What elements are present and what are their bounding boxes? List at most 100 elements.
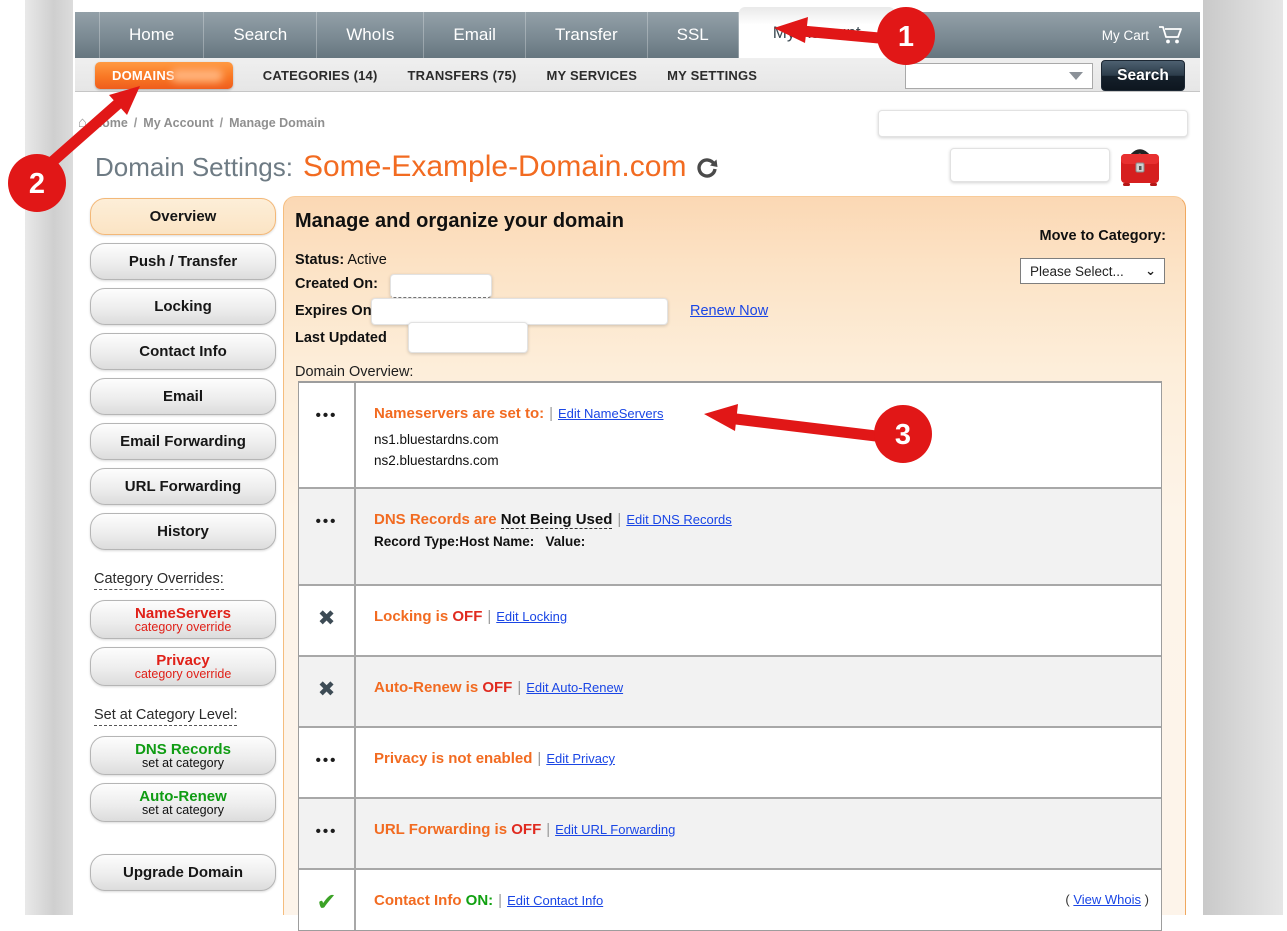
sub-nav-item-transfers[interactable]: TRANSFERS (75) bbox=[408, 68, 517, 83]
row-status: OFF bbox=[482, 679, 512, 696]
row-body: Privacy is not enabled|Edit Privacy bbox=[356, 728, 1161, 797]
record-columns-line: Record Type:Host Name: Value: bbox=[374, 534, 1147, 549]
top-nav-tab-search[interactable]: Search bbox=[204, 12, 317, 58]
row-title-text: Auto-Renew is bbox=[374, 679, 482, 696]
breadcrumb-separator: / bbox=[134, 116, 137, 130]
edit-link-edit-contact-info[interactable]: Edit Contact Info bbox=[507, 893, 603, 908]
domain-search-combobox[interactable] bbox=[905, 63, 1093, 89]
x-icon: ✖ bbox=[318, 677, 336, 702]
row-title-text: Locking is bbox=[374, 608, 452, 625]
search-button[interactable]: Search bbox=[1101, 60, 1185, 91]
table-row: ✖Locking is OFF|Edit Locking bbox=[299, 584, 1161, 655]
breadcrumb-my-account[interactable]: My Account bbox=[143, 116, 213, 130]
status-icon-cell: ••• bbox=[299, 489, 356, 584]
top-nav-tab-my-account[interactable]: My Account bbox=[739, 7, 895, 58]
row-status: Not Being Used bbox=[501, 511, 613, 529]
page-title: Domain Settings: Some-Example-Domain.com bbox=[95, 150, 718, 184]
top-nav-tab-ssl[interactable]: SSL bbox=[648, 12, 739, 58]
row-body: Nameservers are set to:|Edit NameServers… bbox=[356, 383, 1161, 487]
domain-overview-label: Domain Overview: bbox=[295, 364, 413, 380]
created-label: Created On: bbox=[295, 276, 378, 292]
sidebar-item-nameservers[interactable]: NameServerscategory override bbox=[90, 600, 276, 639]
top-nav-tab-email[interactable]: Email bbox=[424, 12, 526, 58]
renew-now-link[interactable]: Renew Now bbox=[690, 303, 768, 319]
cart-icon bbox=[1158, 25, 1184, 45]
page-title-prefix: Domain Settings: bbox=[95, 152, 293, 183]
row-body: DNS Records are Not Being Used| Edit DNS … bbox=[356, 489, 1161, 584]
paren: ) bbox=[1141, 892, 1149, 907]
breadcrumb-manage-domain[interactable]: Manage Domain bbox=[229, 116, 325, 130]
nameserver-entry: ns2.bluestardns.com bbox=[374, 451, 1147, 472]
sub-nav-item-domains[interactable]: DOMAINS bbox=[95, 62, 233, 89]
sidebar-item-push-transfer[interactable]: Push / Transfer bbox=[90, 243, 276, 280]
refresh-icon[interactable] bbox=[696, 158, 718, 180]
sidebar-item-email-forwarding[interactable]: Email Forwarding bbox=[90, 423, 276, 460]
top-nav-tab-transfer[interactable]: Transfer bbox=[526, 12, 648, 58]
separator: | bbox=[498, 892, 502, 909]
nameserver-entry: ns1.bluestardns.com bbox=[374, 430, 1147, 451]
chevron-down-icon bbox=[1069, 72, 1083, 80]
row-title-text: Privacy is not enabled bbox=[374, 750, 532, 767]
nameserver-list: ns1.bluestardns.comns2.bluestardns.com bbox=[374, 430, 1147, 472]
sidebar-item-locking[interactable]: Locking bbox=[90, 288, 276, 325]
sidebar-item-overview[interactable]: Overview bbox=[90, 198, 276, 235]
redacted-box bbox=[878, 110, 1188, 137]
row-title-text: DNS Records are bbox=[374, 511, 501, 528]
my-cart-label: My Cart bbox=[1102, 28, 1149, 43]
view-whois-wrap: ( View Whois ) bbox=[1065, 892, 1149, 907]
top-nav-tabs: HomeSearchWhoIsEmailTransferSSLMy Accoun… bbox=[99, 12, 895, 58]
sub-nav-item-my-settings[interactable]: MY SETTINGS bbox=[667, 68, 757, 83]
row-body: Auto-Renew is OFF | Edit Auto-Renew bbox=[356, 657, 1161, 726]
row-title-text: Contact Info bbox=[374, 892, 466, 909]
separator: | bbox=[546, 821, 550, 838]
top-nav-tab-home[interactable]: Home bbox=[99, 12, 204, 58]
override-subtitle: category override bbox=[135, 667, 232, 681]
table-row: ••• DNS Records are Not Being Used| Edit D… bbox=[299, 487, 1161, 584]
sidebar-item-dns-records[interactable]: DNS Recordsset at category bbox=[90, 736, 276, 775]
category-select[interactable]: Please Select... ⌄ bbox=[1020, 258, 1165, 284]
sidebar-item-history[interactable]: History bbox=[90, 513, 276, 550]
status-icon-cell: ••• bbox=[299, 799, 356, 868]
sub-nav-item-categories[interactable]: CATEGORIES (14) bbox=[263, 68, 378, 83]
separator: | bbox=[617, 511, 621, 528]
edit-link-edit-url-forwarding[interactable]: Edit URL Forwarding bbox=[555, 822, 675, 837]
toolbox-icon[interactable] bbox=[1116, 143, 1164, 191]
created-line: Created On: bbox=[295, 276, 378, 292]
top-nav-tab-whois[interactable]: WhoIs bbox=[317, 12, 424, 58]
sub-nav-item-my-services[interactable]: MY SERVICES bbox=[547, 68, 638, 83]
sidebar-item-contact-info[interactable]: Contact Info bbox=[90, 333, 276, 370]
category-subtitle: set at category bbox=[142, 756, 224, 770]
edit-link-edit-nameservers[interactable]: Edit NameServers bbox=[558, 406, 663, 421]
expires-line: Expires On bbox=[295, 303, 372, 319]
updated-line: Last Updated bbox=[295, 330, 387, 346]
set-at-category-heading[interactable]: Set at Category Level: bbox=[94, 707, 237, 726]
check-icon: ✔ bbox=[316, 888, 336, 917]
breadcrumb-home[interactable]: Home bbox=[93, 116, 128, 130]
left-page-margin bbox=[25, 0, 73, 915]
ellipsis-icon: ••• bbox=[316, 823, 338, 840]
row-body: Locking is OFF|Edit Locking bbox=[356, 586, 1161, 655]
domain-settings-page: HomeSearchWhoIsEmailTransferSSLMy Accoun… bbox=[0, 0, 1287, 931]
spacer bbox=[90, 830, 276, 854]
redacted-box bbox=[390, 274, 492, 298]
redacted-box bbox=[408, 322, 528, 353]
expires-label: Expires On bbox=[295, 303, 372, 319]
view-whois-link[interactable]: View Whois bbox=[1073, 892, 1141, 907]
separator: | bbox=[517, 679, 521, 696]
sidebar-item-auto-renew[interactable]: Auto-Renewset at category bbox=[90, 783, 276, 822]
edit-link-edit-locking[interactable]: Edit Locking bbox=[496, 609, 567, 624]
breadcrumb: ⌂ Home/My Account/Manage Domain bbox=[78, 114, 325, 131]
separator: | bbox=[549, 405, 553, 422]
sidebar-item-url-forwarding[interactable]: URL Forwarding bbox=[90, 468, 276, 505]
sidebar-item-privacy[interactable]: Privacycategory override bbox=[90, 647, 276, 686]
status-icon-cell: ••• bbox=[299, 728, 356, 797]
override-subtitle: category override bbox=[135, 620, 232, 634]
sidebar-item-email[interactable]: Email bbox=[90, 378, 276, 415]
category-overrides-heading[interactable]: Category Overrides: bbox=[94, 571, 224, 590]
edit-link-edit-auto-renew[interactable]: Edit Auto-Renew bbox=[526, 680, 623, 695]
my-cart-button[interactable]: My Cart bbox=[1102, 12, 1184, 58]
edit-link-edit-dns-records[interactable]: Edit DNS Records bbox=[626, 512, 731, 527]
move-to-category-label: Move to Category: bbox=[1020, 228, 1166, 244]
edit-link-edit-privacy[interactable]: Edit Privacy bbox=[546, 751, 615, 766]
sidebar-item-upgrade-domain[interactable]: Upgrade Domain bbox=[90, 854, 276, 891]
